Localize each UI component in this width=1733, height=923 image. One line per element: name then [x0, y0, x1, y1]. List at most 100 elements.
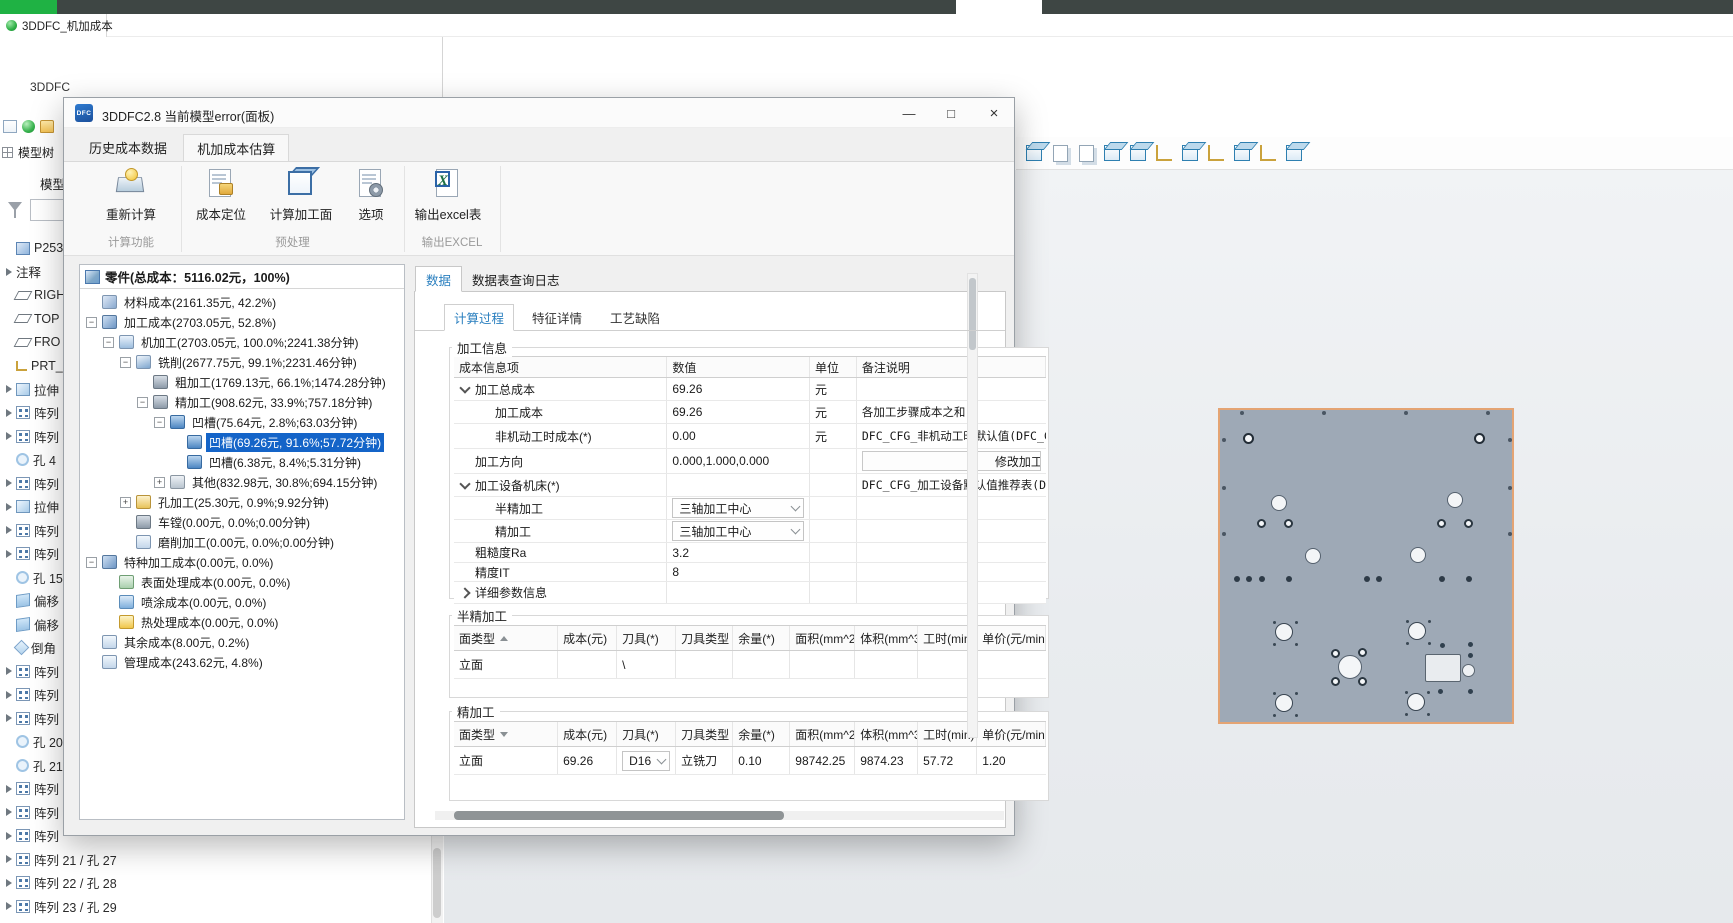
feature-tree-item[interactable]: FRO: [2, 332, 60, 352]
cost-locate-button[interactable]: 成本定位: [188, 167, 254, 223]
cost-tree-item[interactable]: 车镗(0.00元, 0.0%;0.00分钟): [120, 512, 313, 532]
info-table-row[interactable]: 详细参数信息: [454, 582, 1046, 604]
cost-tree-item[interactable]: −加工成本(2703.05元, 52.8%): [86, 312, 279, 332]
copy-doc-icon[interactable]: [1048, 141, 1072, 165]
excel-button[interactable]: X输出excel表: [389, 167, 507, 223]
model-tree-scrollbar-thumb[interactable]: [433, 848, 441, 918]
feature-tree-item[interactable]: TOP: [2, 309, 59, 329]
open-folder-icon[interactable]: [40, 120, 54, 133]
info-table-row[interactable]: 精加工三轴加工中心: [454, 520, 1046, 543]
cost-tree-item[interactable]: 粗加工(1769.13元, 66.1%;1474.28分钟): [137, 372, 389, 392]
data-panel-hscrollbar-thumb[interactable]: [454, 811, 784, 820]
expand-plus-icon[interactable]: +: [120, 497, 131, 508]
info-table-row[interactable]: 加工设备机床(*)DFC_CFG_加工设备默认值推荐表(DF: [454, 474, 1046, 497]
expand-arrow-icon[interactable]: [6, 268, 12, 276]
tab-data-query-log[interactable]: 数据表查询日志: [462, 266, 570, 292]
app-tab-3ddfc[interactable]: 3DDFC_机加成本: [0, 14, 107, 37]
cube-plus-icon[interactable]: [1100, 141, 1124, 165]
info-table-row[interactable]: 精度IT8: [454, 563, 1046, 582]
cost-tree-item[interactable]: −铣削(2677.75元, 99.1%;2231.46分钟): [120, 352, 360, 372]
cube-icon[interactable]: [1022, 141, 1046, 165]
cost-tree-item[interactable]: 表面处理成本(0.00元, 0.0%): [103, 572, 293, 592]
table-camera-icon[interactable]: [1074, 141, 1098, 165]
maximize-button[interactable]: □: [934, 98, 968, 128]
status-sphere-icon[interactable]: [22, 120, 35, 133]
info-table-row[interactable]: 加工方向0.000,1.000,0.000修改加工方向: [454, 449, 1046, 474]
tab-data[interactable]: 数据: [415, 266, 462, 292]
sort-desc-icon[interactable]: [500, 732, 508, 737]
calc-faces-button[interactable]: 计算加工面: [262, 167, 341, 223]
feature-tree-item[interactable]: 阵列 23 / 孔 29: [2, 896, 117, 916]
row-collapsed-icon[interactable]: [459, 587, 470, 598]
tab-process-defect[interactable]: 工艺缺陷: [601, 304, 669, 331]
feature-tree-item[interactable]: 阵列: [2, 802, 59, 822]
cost-tree-item[interactable]: 材料成本(2161.35元, 42.2%): [86, 292, 279, 312]
minimize-button[interactable]: —: [892, 98, 926, 128]
finish-row[interactable]: 立面69.26D16立铣刀0.1098742.259874.2357.721.2…: [454, 747, 1046, 775]
feature-tree-item[interactable]: 孔 20: [2, 732, 63, 752]
feature-tree-item[interactable]: 阵列: [2, 544, 59, 564]
expand-arrow-icon[interactable]: [6, 479, 12, 487]
cost-tree-item[interactable]: 热处理成本(0.00元, 0.0%): [103, 612, 281, 632]
feature-tree-item[interactable]: 偏移: [2, 614, 59, 634]
data-panel-vscrollbar-thumb[interactable]: [969, 278, 976, 350]
expand-arrow-icon[interactable]: [6, 785, 12, 793]
info-table-row[interactable]: 半精加工三轴加工中心: [454, 497, 1046, 520]
collapse-minus-icon[interactable]: −: [86, 317, 97, 328]
feature-tree-item[interactable]: 拉伸: [2, 497, 59, 517]
expand-arrow-icon[interactable]: [6, 855, 12, 863]
collapse-minus-icon[interactable]: −: [120, 357, 131, 368]
tab-feature-detail[interactable]: 特征详情: [523, 304, 591, 331]
expand-arrow-icon[interactable]: [6, 550, 12, 558]
dialog-tab-0[interactable]: 历史成本数据: [76, 134, 180, 161]
row-expanded-icon[interactable]: [459, 478, 470, 489]
row-expanded-icon[interactable]: [459, 382, 470, 393]
expand-arrow-icon[interactable]: [6, 667, 12, 675]
expand-arrow-icon[interactable]: [6, 691, 12, 699]
collapse-minus-icon[interactable]: −: [86, 557, 97, 568]
collapse-minus-icon[interactable]: −: [103, 337, 114, 348]
expand-arrow-icon[interactable]: [6, 503, 12, 511]
feature-tree-item[interactable]: 阵列: [2, 426, 59, 446]
cost-tree-item[interactable]: 凹槽(6.38元, 8.4%;5.31分钟): [171, 452, 364, 472]
feature-tree-item[interactable]: 阵列: [2, 685, 59, 705]
machine-select-dropdown[interactable]: 三轴加工中心: [672, 498, 804, 518]
cost-tree-item[interactable]: 磨削加工(0.00元, 0.0%;0.00分钟): [120, 532, 337, 552]
datum-axis-icon[interactable]: [1204, 141, 1228, 165]
modify-direction-button[interactable]: 修改加工方向: [862, 451, 1041, 471]
feature-tree-item[interactable]: 阵列: [2, 403, 59, 423]
cost-tree-item[interactable]: 其余成本(8.00元, 0.2%): [86, 632, 252, 652]
cost-tree-item[interactable]: +其他(832.98元, 30.8%;694.15分钟): [154, 472, 380, 492]
expand-arrow-icon[interactable]: [6, 902, 12, 910]
dialog-tab-1[interactable]: 机加成本估算: [183, 134, 289, 161]
feature-tree-item[interactable]: 倒角: [2, 638, 56, 658]
info-table-row[interactable]: 加工成本69.26元各加工步骤成本之和: [454, 401, 1046, 424]
new-file-icon[interactable]: [3, 120, 17, 133]
collapse-minus-icon[interactable]: −: [137, 397, 148, 408]
feature-tree-item[interactable]: 阵列 22 / 孔 28: [2, 873, 117, 893]
cad-part-plate[interactable]: [1218, 408, 1514, 724]
expand-arrow-icon[interactable]: [6, 879, 12, 887]
datum-plane-icon[interactable]: [1178, 141, 1202, 165]
feature-tree-item[interactable]: 阵列: [2, 826, 59, 846]
feature-tree-item[interactable]: 阵列 21 / 孔 27: [2, 849, 117, 869]
feature-tree-item[interactable]: 拉伸: [2, 379, 59, 399]
tab-calc-process[interactable]: 计算过程: [444, 304, 514, 331]
cost-tree-item[interactable]: −凹槽(75.64元, 2.8%;63.03分钟): [154, 412, 360, 432]
cost-tree-item[interactable]: 管理成本(243.62元, 4.8%): [86, 652, 266, 672]
cost-tree-item[interactable]: 喷涂成本(0.00元, 0.0%): [103, 592, 269, 612]
feature-tree-item[interactable]: 阵列: [2, 520, 59, 540]
expand-arrow-icon[interactable]: [6, 409, 12, 417]
collapse-minus-icon[interactable]: −: [154, 417, 165, 428]
cost-tree-item[interactable]: +孔加工(25.30元, 0.9%;9.92分钟): [120, 492, 332, 512]
cost-tree-item[interactable]: −特种加工成本(0.00元, 0.0%): [86, 552, 276, 572]
feature-tree-item[interactable]: 阵列: [2, 779, 59, 799]
expand-arrow-icon[interactable]: [6, 714, 12, 722]
expand-arrow-icon[interactable]: [6, 808, 12, 816]
measure-icon[interactable]: [1282, 141, 1306, 165]
cost-tree-item[interactable]: 凹槽(69.26元, 91.6%;57.72分钟): [171, 432, 384, 452]
expand-plus-icon[interactable]: +: [154, 477, 165, 488]
info-table-row[interactable]: 加工总成本69.26元: [454, 378, 1046, 401]
axes-icon[interactable]: [1152, 141, 1176, 165]
cost-tree-item[interactable]: −机加工(2703.05元, 100.0%;2241.38分钟): [103, 332, 361, 352]
